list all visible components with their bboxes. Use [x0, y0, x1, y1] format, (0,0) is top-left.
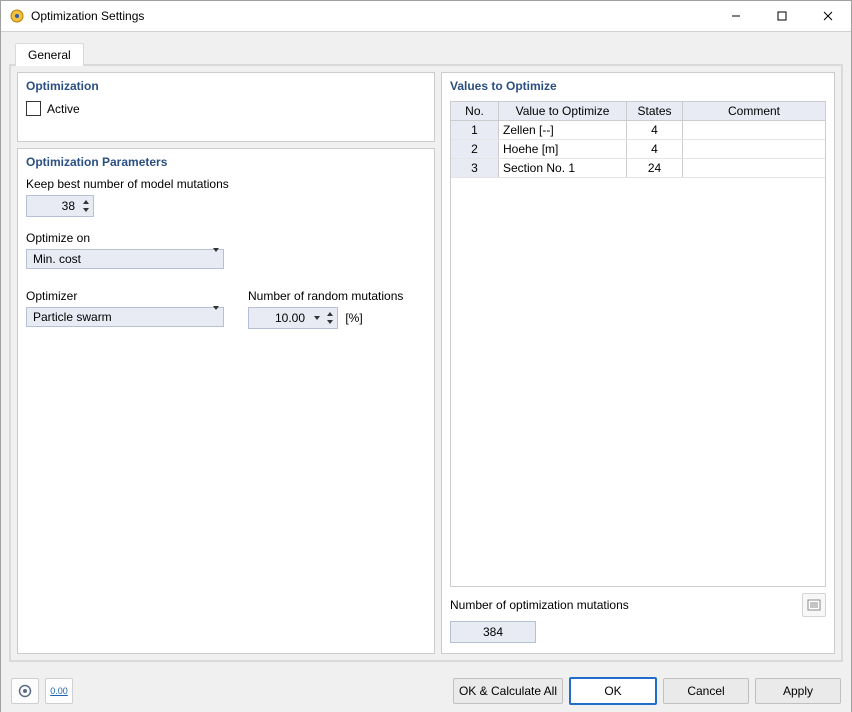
- chevron-down-icon: [213, 310, 219, 324]
- values-grid[interactable]: No. Value to Optimize States Comment 1 Z…: [450, 101, 826, 587]
- apply-button[interactable]: Apply: [755, 678, 841, 704]
- spinner-down-icon[interactable]: [81, 206, 91, 214]
- chevron-down-icon[interactable]: [313, 314, 321, 322]
- optimize-on-value: Min. cost: [33, 252, 81, 266]
- ok-button[interactable]: OK: [569, 677, 657, 705]
- app-icon: [9, 8, 25, 24]
- cancel-button[interactable]: Cancel: [663, 678, 749, 704]
- cell-no[interactable]: 1: [451, 121, 499, 139]
- keep-best-spinner[interactable]: 38: [26, 195, 94, 217]
- spinner-up-icon[interactable]: [325, 310, 335, 318]
- mutations-count-label: Number of optimization mutations: [450, 598, 794, 612]
- col-header-comment[interactable]: Comment: [683, 102, 825, 120]
- table-row[interactable]: 2 Hoehe [m] 4: [451, 140, 825, 159]
- units-icon: 0.00: [50, 686, 68, 696]
- units-button[interactable]: 0.00: [45, 678, 73, 704]
- mutations-toolbar-button[interactable]: [802, 593, 826, 617]
- tab-strip: General: [9, 40, 843, 66]
- help-icon: [18, 684, 32, 698]
- active-checkbox-row[interactable]: Active: [26, 101, 426, 116]
- random-mutations-spinner[interactable]: 10.00: [248, 307, 338, 329]
- title-bar: Optimization Settings: [1, 1, 851, 32]
- optimization-parameters-title: Optimization Parameters: [26, 155, 426, 169]
- values-to-optimize-title: Values to Optimize: [450, 79, 826, 93]
- cell-value[interactable]: Section No. 1: [499, 159, 627, 177]
- close-button[interactable]: [805, 1, 851, 31]
- cell-states[interactable]: 4: [627, 121, 683, 139]
- keep-best-label: Keep best number of model mutations: [26, 177, 426, 191]
- col-header-no[interactable]: No.: [451, 102, 499, 120]
- keep-best-spinner-arrows[interactable]: [81, 196, 91, 216]
- cell-no[interactable]: 3: [451, 159, 499, 177]
- minimize-button[interactable]: [713, 1, 759, 31]
- random-mutations-unit: [%]: [345, 311, 362, 325]
- col-header-value[interactable]: Value to Optimize: [499, 102, 627, 120]
- cell-states[interactable]: 4: [627, 140, 683, 158]
- dialog-footer: 0.00 OK & Calculate All OK Cancel Apply: [1, 670, 851, 712]
- tab-general[interactable]: General: [15, 43, 84, 66]
- cell-value[interactable]: Zellen [--]: [499, 121, 627, 139]
- optimizer-label: Optimizer: [26, 289, 238, 303]
- dialog-body: General Optimization Active Optimization…: [1, 32, 851, 670]
- spinner-up-icon[interactable]: [81, 198, 91, 206]
- optimization-parameters-panel: Optimization Parameters Keep best number…: [17, 148, 435, 654]
- left-column: Optimization Active Optimization Paramet…: [17, 72, 435, 654]
- cell-states[interactable]: 24: [627, 159, 683, 177]
- values-grid-body[interactable]: 1 Zellen [--] 4 2 Hoehe [m] 4 3: [451, 121, 825, 586]
- keep-best-value[interactable]: 38: [27, 199, 81, 213]
- table-row[interactable]: 1 Zellen [--] 4: [451, 121, 825, 140]
- random-mutations-value[interactable]: 10.00: [249, 311, 311, 325]
- optimizer-combobox[interactable]: Particle swarm: [26, 307, 224, 327]
- spinner-down-icon[interactable]: [325, 318, 335, 326]
- random-mutations-label: Number of random mutations: [248, 289, 403, 303]
- mutations-count-value: 384: [450, 621, 536, 643]
- optimizer-value: Particle swarm: [33, 310, 112, 324]
- active-label: Active: [47, 102, 80, 116]
- random-mut-spinner-arrows[interactable]: [325, 308, 335, 328]
- col-header-states[interactable]: States: [627, 102, 683, 120]
- optimize-on-label: Optimize on: [26, 231, 426, 245]
- cell-comment[interactable]: [683, 159, 825, 177]
- ok-calculate-all-button[interactable]: OK & Calculate All: [453, 678, 563, 704]
- cell-value[interactable]: Hoehe [m]: [499, 140, 627, 158]
- chevron-down-icon: [213, 252, 219, 266]
- maximize-button[interactable]: [759, 1, 805, 31]
- values-to-optimize-panel: Values to Optimize No. Value to Optimize…: [441, 72, 835, 654]
- cell-no[interactable]: 2: [451, 140, 499, 158]
- optimization-panel: Optimization Active: [17, 72, 435, 142]
- table-row[interactable]: 3 Section No. 1 24: [451, 159, 825, 178]
- list-icon: [807, 598, 821, 612]
- optimize-on-combobox[interactable]: Min. cost: [26, 249, 224, 269]
- cell-comment[interactable]: [683, 121, 825, 139]
- help-button[interactable]: [11, 678, 39, 704]
- values-grid-header: No. Value to Optimize States Comment: [451, 102, 825, 121]
- window-title: Optimization Settings: [31, 9, 144, 23]
- content-area: Optimization Active Optimization Paramet…: [9, 66, 843, 662]
- cell-comment[interactable]: [683, 140, 825, 158]
- active-checkbox[interactable]: [26, 101, 41, 116]
- right-column: Values to Optimize No. Value to Optimize…: [441, 72, 835, 654]
- optimization-panel-title: Optimization: [26, 79, 426, 93]
